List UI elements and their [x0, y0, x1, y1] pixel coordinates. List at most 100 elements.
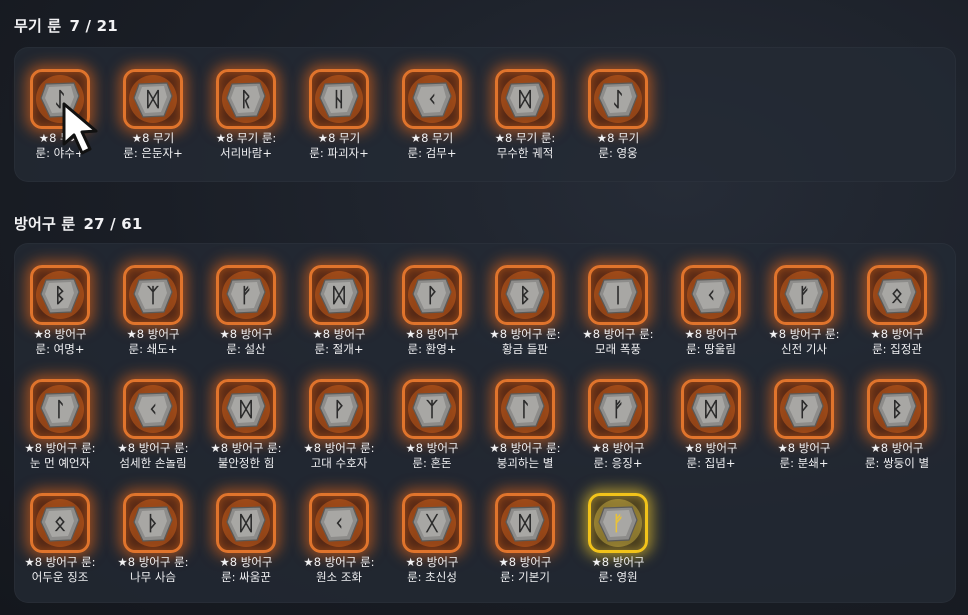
rune-icon: ᚲ: [402, 69, 462, 129]
rune-label: ★8 방어구 룬: 영원: [572, 555, 664, 585]
rune-slot[interactable]: ᚲ ★8 방어구 룬: 섬세한 손놀림: [107, 379, 199, 487]
rune-slot[interactable]: ᛞ ★8 방어구 룬: 싸움꾼: [200, 493, 292, 601]
rune-stone-icon: ᛚ: [36, 385, 84, 433]
rune-icon: ᚠ: [588, 493, 648, 553]
rune-icon: ᚠ: [216, 265, 276, 325]
rune-glyph: ᛟ: [54, 511, 66, 535]
rune-slot[interactable]: ᛒ ★8 방어구 룬: 황금 들판: [479, 265, 571, 373]
rune-slot[interactable]: ᛞ ★8 방어구 룬: 기본기: [479, 493, 571, 601]
rune-slot[interactable]: ᛚ ★8 방어구 룬: 눈 먼 예언자: [14, 379, 106, 487]
rune-label-line1: ★8 방어구: [591, 441, 645, 455]
rune-glyph: ᚠ: [612, 511, 624, 535]
rune-slot[interactable]: ᛞ ★8 무기 룬: 무수한 궤적: [479, 69, 571, 177]
rune-label-line1: ★8 방어구 룬:: [24, 555, 96, 569]
rune-label-line2: 모래 폭풍: [595, 342, 641, 356]
rune-slot[interactable]: ᛚ ★8 방어구 룬: 붕괴하는 별: [479, 379, 571, 487]
rune-stone-icon: ᛇ: [594, 75, 642, 123]
rune-stone-icon: ᚲ: [687, 271, 735, 319]
rune-slot[interactable]: ᛇ ★8 무기 룬: 영웅: [572, 69, 664, 177]
rune-icon: ᛒ: [867, 379, 927, 439]
rune-icon: ᛞ: [495, 493, 555, 553]
rune-label-line2: 룬: 땅울림: [686, 342, 736, 356]
rune-slot[interactable]: ᚹ ★8 방어구 룬: 고대 수호자: [293, 379, 385, 487]
rune-stone-icon: ᛞ: [315, 271, 363, 319]
rune-slot[interactable]: ᛟ ★8 방어구 룬: 집정관: [851, 265, 943, 373]
rune-slot[interactable]: ᚲ ★8 무기 룬: 검무+: [386, 69, 478, 177]
rune-slot[interactable]: ᛁ ★8 방어구 룬: 모래 폭풍: [572, 265, 664, 373]
rune-glyph: ᛚ: [54, 397, 66, 421]
rune-slot[interactable]: ᛞ ★8 방어구 룬: 집념+: [665, 379, 757, 487]
rune-label-line2: 룬: 절개+: [314, 342, 364, 356]
rune-glyph: ᚠ: [798, 283, 810, 307]
rune-slot[interactable]: ᛟ ★8 방어구 룬: 어두운 징조: [14, 493, 106, 601]
rune-slot[interactable]: ᚱ ★8 무기 룬: 서리바람+: [200, 69, 292, 177]
rune-glyph: ᚱ: [240, 87, 252, 111]
rune-slot[interactable]: ᚺ ★8 무기 룬: 파괴자+: [293, 69, 385, 177]
rune-slot[interactable]: ᚠ ★8 방어구 룬: 영원: [572, 493, 664, 601]
rune-slot[interactable]: ᛞ ★8 무기 룬: 은둔자+: [107, 69, 199, 177]
rune-slot[interactable]: ᚠ ★8 방어구 룬: 신전 기사: [758, 265, 850, 373]
rune-label-line1: ★8 방어구: [312, 327, 366, 341]
rune-icon: ᛉ: [402, 379, 462, 439]
rune-label-line1: ★8 방어구: [870, 327, 924, 341]
rune-label: ★8 방어구 룬: 절개+: [293, 327, 385, 357]
rune-stone-icon: ᚹ: [780, 385, 828, 433]
rune-icon: ᛟ: [867, 265, 927, 325]
rune-glyph: ᛞ: [519, 87, 531, 111]
rune-label-line1: ★8 무기: [131, 131, 175, 145]
rune-glyph: ᛞ: [240, 397, 252, 421]
rune-label-line1: ★8 방어구: [33, 327, 87, 341]
rune-label-line1: ★8 방어구: [591, 555, 645, 569]
rune-label-line2: 룬: 검무+: [407, 146, 457, 160]
rune-slot[interactable]: ᚠ ★8 방어구 룬: 설산: [200, 265, 292, 373]
rune-slot[interactable]: ᚦ ★8 방어구 룬: 나무 사슴: [107, 493, 199, 601]
rune-stone-icon: ᚹ: [408, 271, 456, 319]
rune-glyph: ᛇ: [54, 87, 66, 111]
rune-slot[interactable]: ᚲ ★8 방어구 룬: 원소 조화: [293, 493, 385, 601]
rune-label-line1: ★8 방어구 룬:: [303, 555, 375, 569]
rune-icon: ᛇ: [30, 69, 90, 129]
armor-rune-title: 방어구 룬: [14, 215, 76, 233]
rune-stone-icon: ᚠ: [780, 271, 828, 319]
rune-label-line1: ★8 방어구 룬:: [210, 441, 282, 455]
rune-slot[interactable]: ᚲ ★8 방어구 룬: 땅울림: [665, 265, 757, 373]
rune-stone-icon: ᛞ: [687, 385, 735, 433]
rune-slot[interactable]: ᛞ ★8 방어구 룬: 절개+: [293, 265, 385, 373]
rune-glyph: ᚠ: [240, 283, 252, 307]
rune-label: ★8 무기 룬: 무수한 궤적: [479, 131, 571, 161]
rune-glyph: ᚺ: [333, 87, 345, 111]
rune-icon: ᛞ: [681, 379, 741, 439]
rune-label-line2: 고대 수호자: [310, 456, 368, 470]
rune-label-line2: 신전 기사: [781, 342, 827, 356]
rune-label-line2: 룬: 응징+: [593, 456, 643, 470]
rune-icon: ᛞ: [123, 69, 183, 129]
rune-label-line2: 룬: 집념+: [686, 456, 736, 470]
rune-label-line2: 룬: 야수+: [35, 146, 85, 160]
rune-label-line1: ★8 무기: [38, 131, 82, 145]
rune-slot[interactable]: ᚹ ★8 방어구 룬: 분쇄+: [758, 379, 850, 487]
rune-label-line1: ★8 방어구 룬:: [117, 555, 189, 569]
rune-slot[interactable]: ᛞ ★8 방어구 룬: 불안정한 힘: [200, 379, 292, 487]
rune-slot[interactable]: ᛒ ★8 방어구 룬: 여명+: [14, 265, 106, 373]
rune-slot[interactable]: ᛒ ★8 방어구 룬: 쌍둥이 별: [851, 379, 943, 487]
rune-label: ★8 방어구 룬: 고대 수호자: [293, 441, 385, 471]
rune-label-line2: 룬: 초신성: [407, 570, 457, 584]
rune-stone-icon: ᛉ: [129, 271, 177, 319]
rune-slot[interactable]: ᚷ ★8 방어구 룬: 초신성: [386, 493, 478, 601]
rune-label-line2: 룬: 은둔자+: [123, 146, 183, 160]
armor-rune-panel: ᛒ ★8 방어구 룬: 여명+ ᛉ ★8 방어구 룬: 쇄도+ ᚠ ★8 방어구 룬: 설산 ᛞ ★…: [14, 243, 956, 603]
rune-icon: ᚹ: [402, 265, 462, 325]
rune-label: ★8 무기 룬: 은둔자+: [107, 131, 199, 161]
rune-slot[interactable]: ᛇ ★8 무기 룬: 야수+: [14, 69, 106, 177]
rune-glyph: ᚹ: [426, 283, 438, 307]
rune-slot[interactable]: ᚹ ★8 방어구 룬: 환영+: [386, 265, 478, 373]
rune-label-line2: 눈 먼 예언자: [29, 456, 91, 470]
rune-label: ★8 방어구 룬: 붕괴하는 별: [479, 441, 571, 471]
rune-slot[interactable]: ᛉ ★8 방어구 룬: 쇄도+: [107, 265, 199, 373]
rune-slot[interactable]: ᚠ ★8 방어구 룬: 응징+: [572, 379, 664, 487]
rune-icon: ᛉ: [123, 265, 183, 325]
rune-glyph: ᛚ: [519, 397, 531, 421]
weapon-rune-panel: ᛇ ★8 무기 룬: 야수+ ᛞ ★8 무기 룬: 은둔자+ ᚱ ★8 무기 룬: 서리바람+ ᚺ…: [14, 47, 956, 182]
rune-label-line2: 룬: 분쇄+: [779, 456, 829, 470]
rune-slot[interactable]: ᛉ ★8 방어구 룬: 혼돈: [386, 379, 478, 487]
